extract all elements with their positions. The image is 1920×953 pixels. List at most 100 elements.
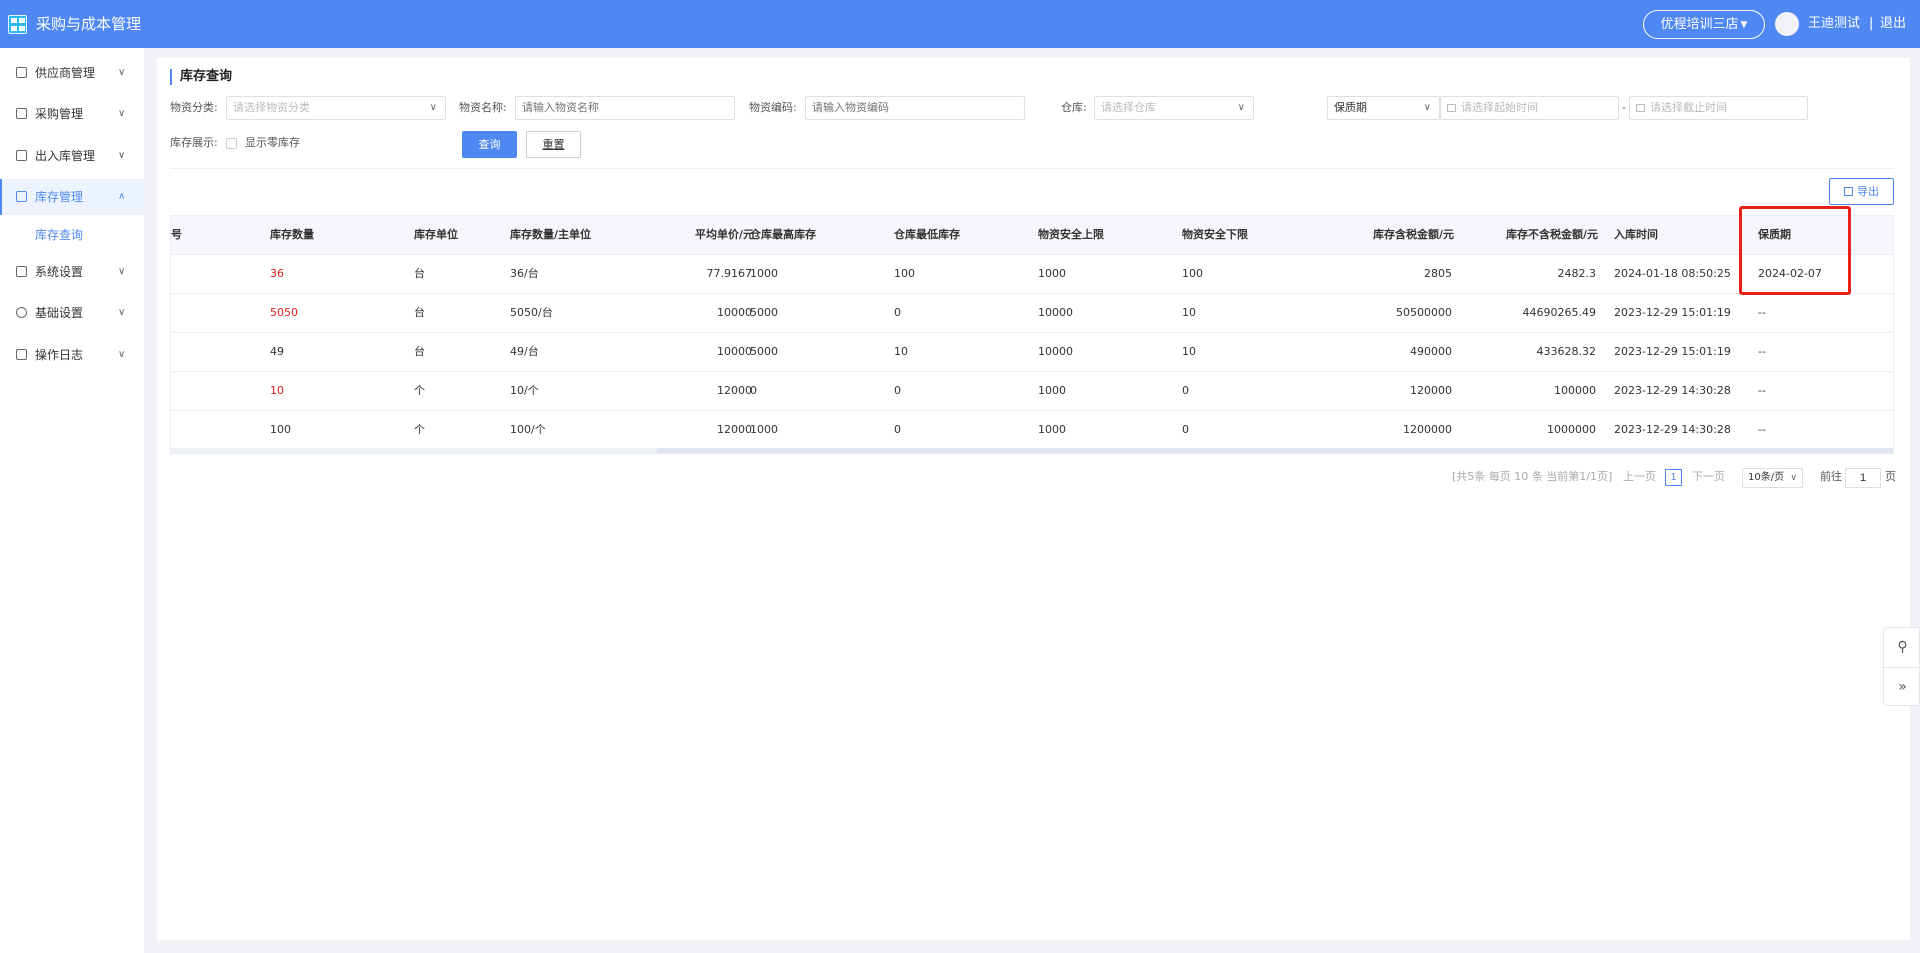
caret-down-icon: ▼ (1740, 20, 1748, 30)
category-label: 物资分类: (170, 101, 218, 114)
goto-suffix: 页 (1885, 470, 1896, 483)
chevron-up-icon: ∧ (118, 191, 126, 202)
avatar[interactable] (1775, 12, 1799, 36)
qty-cell: 5050 (270, 306, 298, 319)
shelf-life-cell: -- (1758, 423, 1766, 436)
column-header: 库存不含税金额/元 (1505, 228, 1598, 241)
store-selector[interactable]: 优程培训三店 ▼ (1643, 10, 1765, 39)
scrollbar-thumb[interactable] (657, 448, 1893, 453)
inventory-icon (16, 191, 27, 202)
table-header: 号 库存数量 库存单位 库存数量/主单位 平均单价/元 仓库最高库存 仓库最低库… (171, 216, 1893, 255)
table-row[interactable]: 36 台 36/台 77.9167 1000 100 1000 100 2805… (171, 255, 1893, 294)
warehouse-select[interactable]: 请选择仓库 ∨ (1094, 96, 1254, 120)
sidebar-item-supplier[interactable]: 供应商管理 ∨ (0, 55, 144, 91)
column-header: 平均单价/元 (694, 228, 754, 241)
sidebar-item-system[interactable]: 系统设置 ∨ (0, 254, 144, 290)
sidebar-item-label: 基础设置 (35, 306, 84, 320)
zero-stock-label[interactable]: 显示零库存 (245, 136, 300, 150)
qty-main-cell: 5050/台 (510, 306, 553, 319)
date-type-value: 保质期 (1334, 101, 1367, 114)
sidebar-item-label: 采购管理 (35, 107, 84, 121)
in-time-cell: 2023-12-29 14:30:28 (1614, 423, 1731, 436)
end-date-input[interactable]: 请选择截止时间 (1629, 96, 1808, 120)
min-stock-cell: 100 (894, 267, 915, 280)
avg-price-cell: 10000 (717, 306, 752, 319)
avg-price-cell: 12000 (717, 384, 752, 397)
name-label: 物资名称: (459, 101, 507, 114)
end-date-placeholder: 请选择截止时间 (1650, 101, 1727, 114)
page-number-current[interactable]: 1 (1665, 469, 1682, 486)
chevron-down-icon: ∨ (118, 349, 126, 360)
chevron-down-icon: ∨ (118, 307, 126, 318)
amount-tax-cell: 2805 (1424, 267, 1452, 280)
unit-cell: 台 (414, 345, 425, 358)
top-header: 采购与成本管理 优程培训三店 ▼ 王迪测试 | 退出 (0, 0, 1920, 48)
sidebar-subitem-inventory-query[interactable]: 库存查询 (35, 227, 83, 243)
sidebar-item-inout[interactable]: 出入库管理 ∨ (0, 138, 144, 174)
chevron-down-icon: ∨ (118, 108, 126, 119)
double-chevron-right-icon[interactable]: » (1884, 667, 1920, 706)
link-icon[interactable]: ⚲ (1884, 628, 1920, 667)
column-header: 物资安全上限 (1038, 228, 1104, 241)
inventory-table: 号 库存数量 库存单位 库存数量/主单位 平均单价/元 仓库最高库存 仓库最低库… (170, 215, 1894, 454)
sidebar-item-log[interactable]: 操作日志 ∨ (0, 337, 144, 373)
goto-page-input[interactable] (1845, 468, 1881, 488)
gear-icon (16, 307, 27, 318)
table-row[interactable]: 100 个 100/个 12000 1000 0 1000 0 1200000 … (171, 411, 1893, 450)
qty-main-cell: 49/台 (510, 345, 539, 358)
name-input[interactable] (515, 96, 735, 120)
chevron-down-icon: ∨ (118, 266, 126, 277)
sidebar-item-inventory[interactable]: 库存管理 ∧ (0, 179, 144, 215)
sidebar-item-purchase[interactable]: 采购管理 ∨ (0, 96, 144, 132)
reset-button[interactable]: 重置 (526, 131, 581, 158)
sidebar-item-basic[interactable]: 基础设置 ∨ (0, 295, 144, 331)
display-label: 库存展示: (170, 136, 218, 149)
safe-lower-cell: 10 (1182, 306, 1196, 319)
page-size-select[interactable]: 10条/页 ∨ (1742, 468, 1803, 488)
inout-icon (16, 150, 27, 161)
amount-notax-cell: 100000 (1554, 384, 1596, 397)
category-select[interactable]: 请选择物资分类 ∨ (226, 96, 446, 120)
amount-tax-cell: 50500000 (1396, 306, 1452, 319)
amount-notax-cell: 1000000 (1547, 423, 1596, 436)
user-name[interactable]: 王迪测试 (1808, 15, 1860, 33)
table-row[interactable]: 49 台 49/台 10000 5000 10 10000 10 490000 … (171, 333, 1893, 372)
search-button[interactable]: 查询 (462, 131, 517, 158)
code-input[interactable] (805, 96, 1025, 120)
sidebar: 供应商管理 ∨ 采购管理 ∨ 出入库管理 ∨ 库存管理 ∧ 库存查询 系统设置 … (0, 48, 144, 953)
table-row[interactable]: 10 个 10/个 12000 0 0 1000 0 120000 100000… (171, 372, 1893, 411)
date-type-select[interactable]: 保质期 ∨ (1327, 96, 1440, 120)
unit-cell: 个 (414, 384, 425, 397)
min-stock-cell: 0 (894, 423, 901, 436)
safe-upper-cell: 1000 (1038, 267, 1066, 280)
supplier-icon (16, 67, 27, 78)
code-label: 物资编码: (749, 101, 797, 114)
max-stock-cell: 1000 (750, 267, 778, 280)
logout-link[interactable]: 退出 (1880, 15, 1906, 33)
next-page-button[interactable]: 下一页 (1692, 470, 1725, 484)
export-button[interactable]: 导出 (1829, 178, 1894, 205)
chevron-down-icon: ∨ (118, 67, 126, 78)
safe-upper-cell: 10000 (1038, 345, 1073, 358)
amount-notax-cell: 44690265.49 (1522, 306, 1596, 319)
prev-page-button[interactable]: 上一页 (1623, 470, 1656, 484)
safe-lower-cell: 100 (1182, 267, 1203, 280)
table-row[interactable]: 5050 台 5050/台 10000 5000 0 10000 10 5050… (171, 294, 1893, 333)
in-time-cell: 2024-01-18 08:50:25 (1614, 267, 1731, 280)
zero-stock-checkbox[interactable] (226, 138, 237, 149)
start-date-input[interactable]: 请选择起始时间 (1440, 96, 1619, 120)
avg-price-cell: 10000 (717, 345, 752, 358)
page-size-value: 10条/页 (1748, 472, 1785, 483)
store-name: 优程培训三店 (1660, 17, 1739, 32)
safe-upper-cell: 1000 (1038, 384, 1066, 397)
avg-price-cell: 77.9167 (706, 267, 753, 280)
chevron-down-icon: ∨ (118, 150, 126, 161)
max-stock-cell: 1000 (750, 423, 778, 436)
pagination-summary: [共5条 每页 10 条 当前第1/1页] (1452, 470, 1613, 483)
safe-upper-cell: 1000 (1038, 423, 1066, 436)
sidebar-item-label: 系统设置 (35, 265, 84, 279)
column-header: 入库时间 (1614, 228, 1658, 241)
column-header: 库存数量/主单位 (510, 228, 592, 241)
annotation-highlight-box (1739, 206, 1851, 295)
avg-price-cell: 12000 (717, 423, 752, 436)
